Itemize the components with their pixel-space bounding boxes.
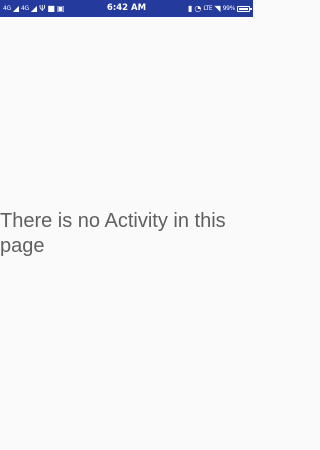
status-bar-right: ▮ ◔ LTE ◥ 99%: [187, 0, 252, 17]
empty-activity-message: There is no Activity in this page: [0, 210, 226, 257]
battery-fill: [239, 7, 248, 10]
lte-label: LTE: [203, 5, 213, 12]
status-bar: 4G ◢ 4G ◢ Ψ ■ ▣ 6:42 AM ▮ ◔ LTE ◥ 99%: [0, 0, 253, 17]
lock-icon: ▮: [187, 4, 193, 13]
battery-percent: 99%: [222, 5, 236, 12]
alarm-icon: ◔: [194, 4, 202, 13]
main-content: There is no Activity in this page: [0, 17, 253, 450]
battery-icon: [237, 5, 252, 12]
wifi-icon: ◥: [214, 4, 221, 13]
